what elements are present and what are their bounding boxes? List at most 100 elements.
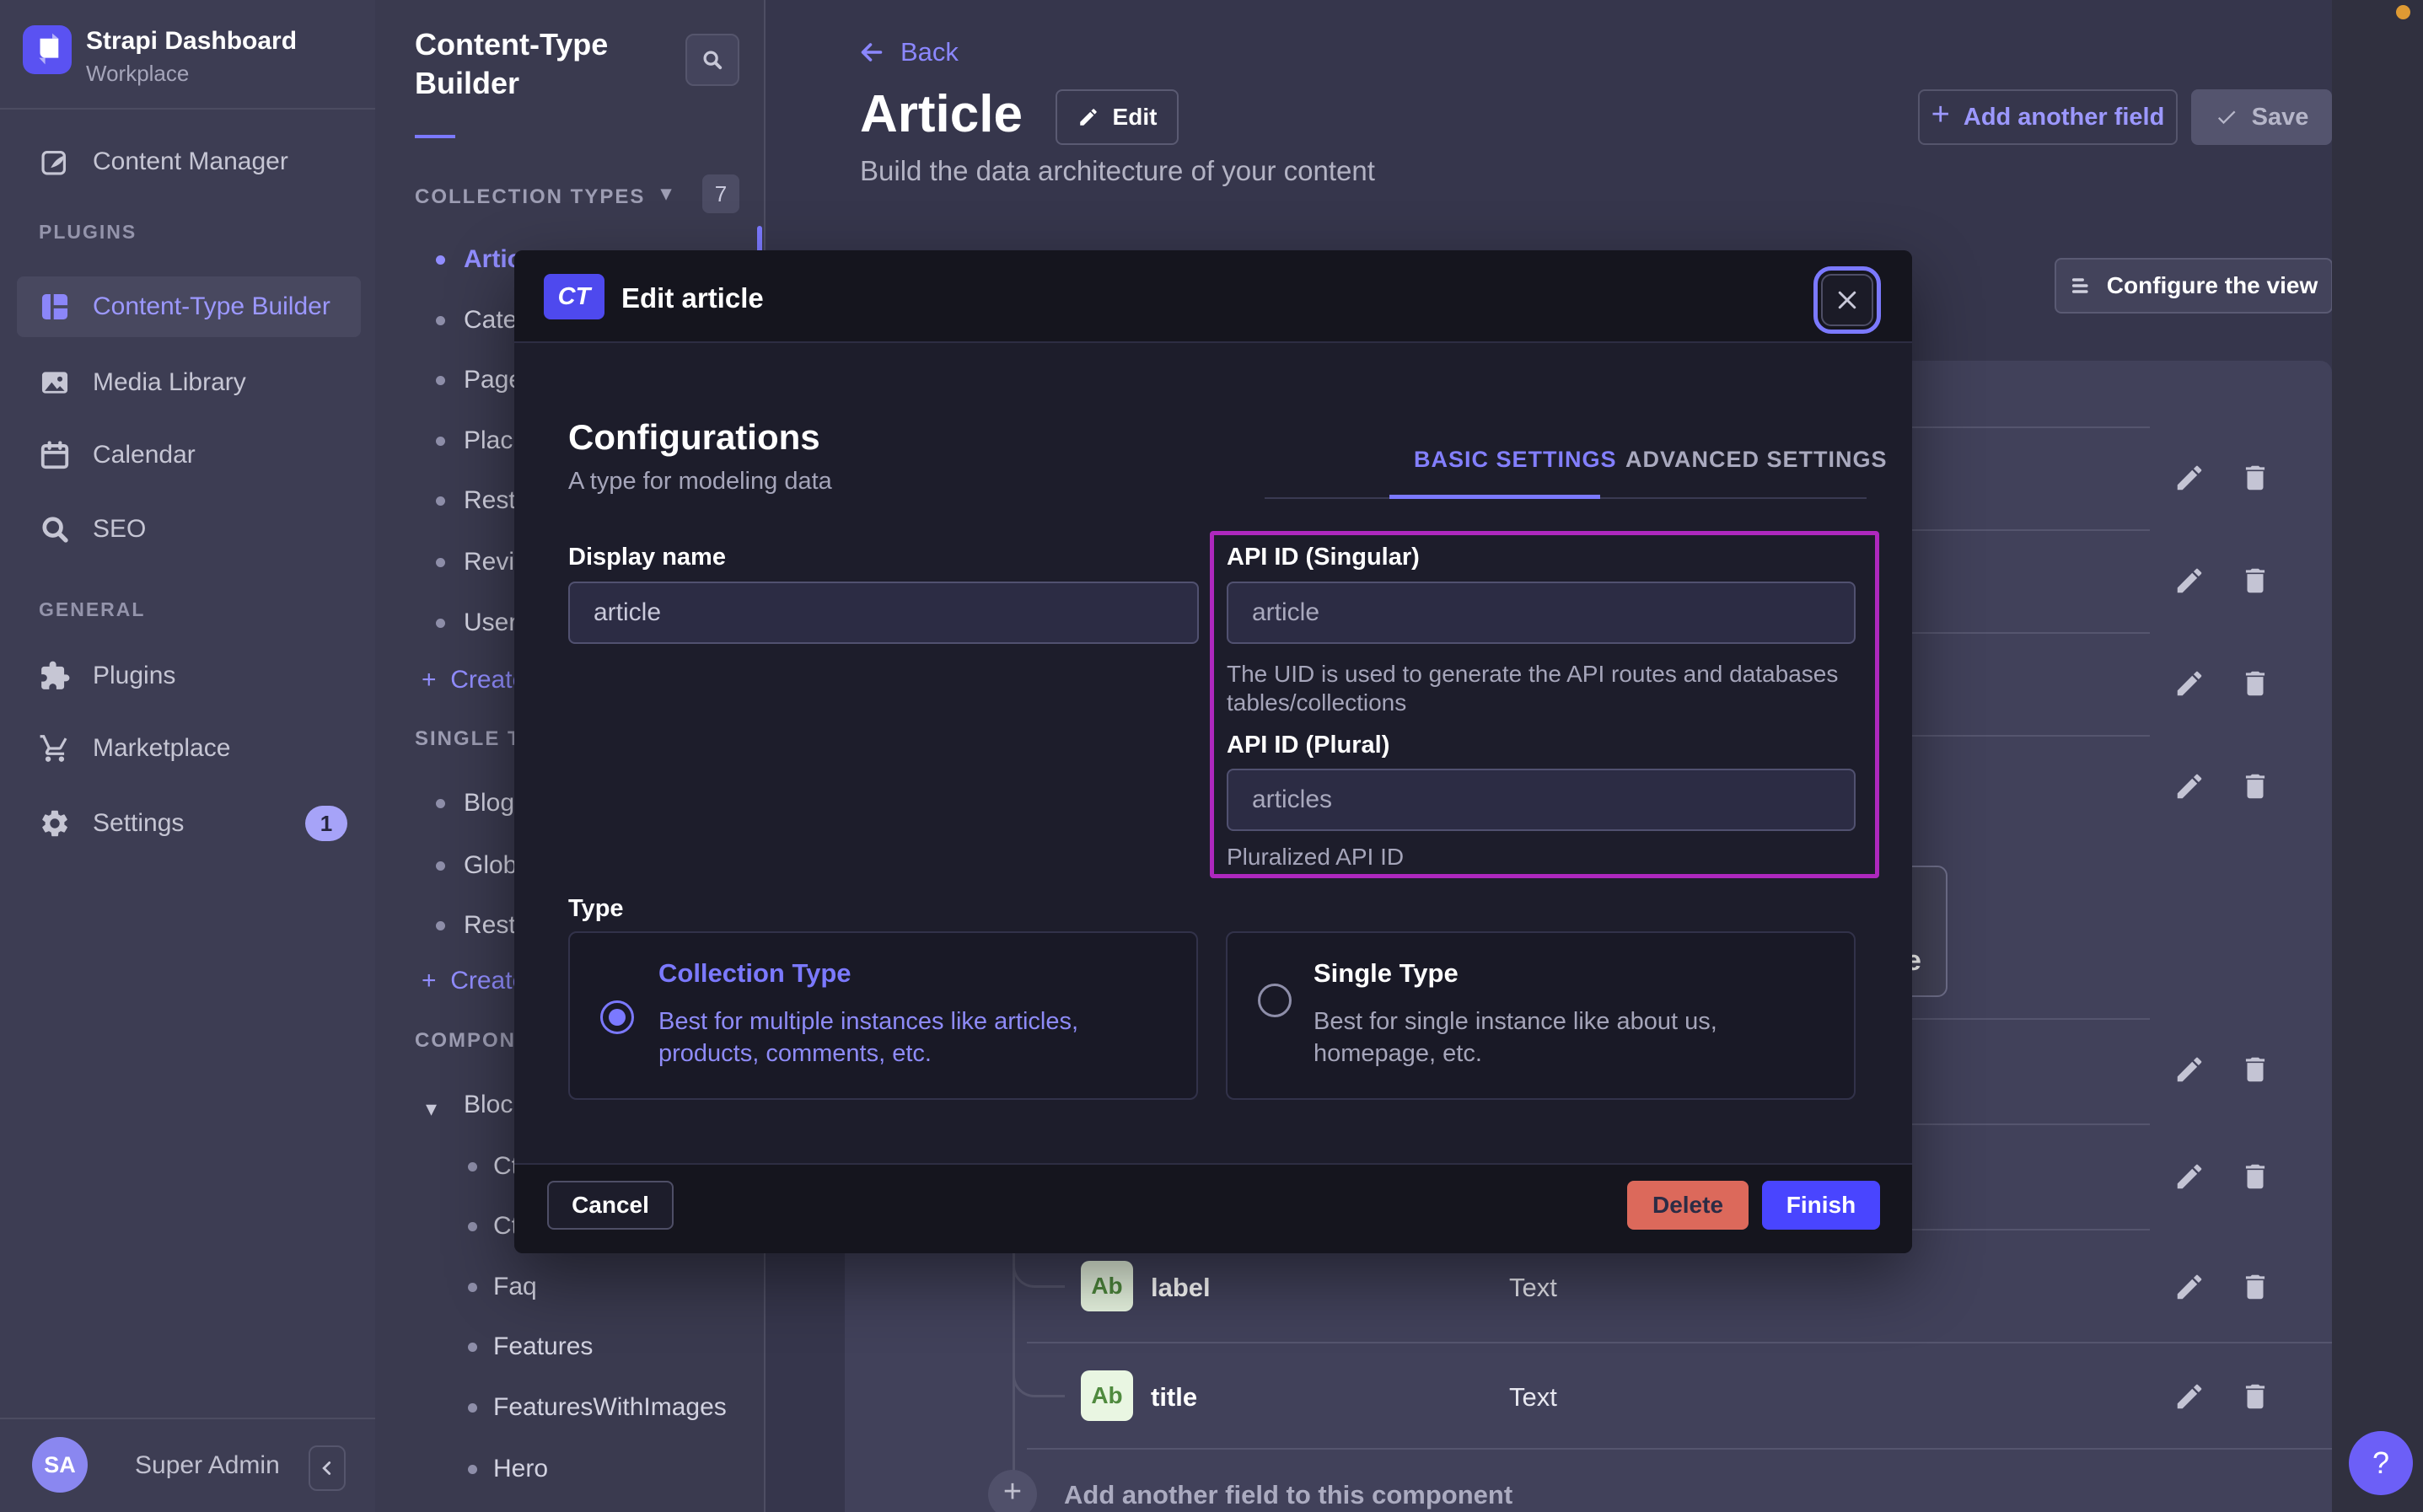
type-item[interactable]: Rest — [464, 482, 516, 519]
sidebar-divider — [0, 108, 375, 110]
create-collection-type[interactable]: + Create — [422, 662, 526, 699]
add-field-circle-button[interactable]: + — [988, 1470, 1037, 1512]
gear-icon — [39, 807, 71, 839]
type-item[interactable]: Glob — [464, 847, 517, 884]
row-divider — [1027, 1448, 2332, 1450]
sidebar-item-label: Content Manager — [93, 147, 288, 176]
collapse-sidebar-button[interactable] — [309, 1445, 346, 1491]
tree-branch — [1013, 1253, 1065, 1288]
brand-subtitle: Workplace — [86, 61, 189, 87]
pencil-icon[interactable] — [2173, 1054, 2205, 1086]
avatar[interactable]: SA — [32, 1437, 88, 1493]
trash-icon[interactable] — [2239, 668, 2271, 700]
sidebar-item-seo[interactable]: SEO — [17, 499, 361, 560]
display-name-input[interactable] — [568, 582, 1199, 644]
component-item[interactable]: Hero — [493, 1450, 548, 1488]
trash-icon[interactable] — [2239, 1161, 2271, 1193]
bullet-icon — [436, 619, 445, 628]
field-name: label — [1151, 1273, 1211, 1303]
bullet-icon — [468, 1343, 477, 1352]
page-title: Article — [860, 84, 1023, 144]
brand-title: Strapi Dashboard — [86, 27, 297, 56]
back-link[interactable]: Back — [857, 37, 959, 67]
bullet-icon — [436, 558, 445, 567]
radio-unselected-icon[interactable] — [1258, 984, 1292, 1017]
save-button[interactable]: Save — [2191, 89, 2332, 145]
component-item[interactable]: Faq — [493, 1268, 537, 1306]
api-id-plural-label: API ID (Plural) — [1227, 732, 1389, 759]
display-name-label: Display name — [568, 544, 726, 571]
tab-advanced-settings[interactable]: ADVANCED SETTINGS — [1625, 447, 1888, 473]
bullet-icon — [436, 921, 445, 930]
type-item-article[interactable]: Artic — [464, 241, 521, 278]
close-icon — [1835, 287, 1860, 313]
bullet-icon — [468, 1465, 477, 1474]
pencil-icon[interactable] — [2173, 770, 2205, 802]
sidebar-item-label: SEO — [93, 515, 146, 544]
trash-icon[interactable] — [2239, 1381, 2271, 1413]
pencil-icon[interactable] — [2173, 1271, 2205, 1303]
bullet-icon — [436, 799, 445, 808]
type-item[interactable]: Rest — [464, 907, 516, 944]
create-single-type[interactable]: + Create — [422, 962, 526, 1000]
trash-icon[interactable] — [2239, 565, 2271, 597]
chevron-down-icon[interactable]: ▾ — [426, 1096, 437, 1122]
close-button[interactable] — [1821, 274, 1873, 326]
single-type-desc: Best for single instance like about us, … — [1314, 1005, 1836, 1070]
collection-type-option[interactable]: Collection Type Best for multiple instan… — [568, 931, 1198, 1100]
collection-count-badge: 7 — [702, 174, 739, 213]
type-item[interactable]: Revi — [464, 544, 514, 581]
pencil-icon[interactable] — [2173, 668, 2205, 700]
sidebar-item-plugins[interactable]: Plugins — [17, 646, 361, 706]
api-id-plural-input[interactable] — [1227, 769, 1856, 831]
trash-icon[interactable] — [2239, 770, 2271, 802]
sidebar-item-content-type-builder[interactable]: Content-Type Builder — [17, 276, 361, 337]
configure-view-button[interactable]: Configure the view — [2055, 258, 2333, 314]
pencil-icon[interactable] — [2173, 462, 2205, 494]
modal-subheading: A type for modeling data — [568, 468, 832, 496]
type-label: Type — [568, 895, 624, 923]
pencil-icon[interactable] — [2173, 1381, 2205, 1413]
single-type-option[interactable]: Single Type Best for single instance lik… — [1226, 931, 1856, 1100]
sidebar-item-content-manager[interactable]: Content Manager — [17, 131, 361, 192]
component-category[interactable]: Bloc — [464, 1086, 513, 1123]
plus-icon: + — [1003, 1474, 1022, 1510]
bullet-icon — [436, 255, 445, 265]
component-item[interactable]: FeaturesWithImages — [493, 1389, 727, 1426]
sidebar-item-marketplace[interactable]: Marketplace — [17, 718, 361, 779]
sidebar-item-label: Settings — [93, 809, 184, 838]
pencil-icon[interactable] — [2173, 565, 2205, 597]
sidebar-item-media-library[interactable]: Media Library — [17, 352, 361, 413]
trash-icon[interactable] — [2239, 1271, 2271, 1303]
component-item[interactable]: Features — [493, 1328, 593, 1365]
cancel-button[interactable]: Cancel — [547, 1181, 674, 1230]
status-dot-icon — [2396, 5, 2410, 19]
collection-types-header[interactable]: COLLECTION TYPES ▾ — [415, 185, 673, 209]
delete-button[interactable]: Delete — [1627, 1181, 1749, 1230]
collection-type-title: Collection Type — [658, 958, 852, 989]
add-another-field-button[interactable]: + Add another field — [1918, 89, 2178, 145]
plus-icon: + — [1931, 97, 1950, 133]
add-component-field-link[interactable]: Add another field to this component — [1064, 1480, 1512, 1510]
radio-selected-icon[interactable] — [600, 1000, 634, 1034]
trash-icon[interactable] — [2239, 462, 2271, 494]
sidebar-item-calendar[interactable]: Calendar — [17, 425, 361, 485]
edit-button[interactable]: Edit — [1056, 89, 1179, 145]
puzzle-icon — [39, 660, 71, 692]
sidebar-footer-divider — [0, 1418, 375, 1419]
row-divider — [1027, 1342, 2332, 1343]
search-button[interactable] — [685, 34, 739, 86]
finish-button[interactable]: Finish — [1762, 1181, 1880, 1230]
api-id-singular-input[interactable] — [1227, 582, 1856, 644]
pencil-icon[interactable] — [2173, 1161, 2205, 1193]
type-item[interactable]: Blog — [464, 785, 514, 822]
type-item[interactable]: Plac — [464, 422, 513, 459]
type-item[interactable]: Cate — [464, 302, 517, 339]
trash-icon[interactable] — [2239, 1054, 2271, 1086]
api-id-singular-help: The UID is used to generate the API rout… — [1227, 660, 1851, 717]
help-button[interactable]: ? — [2349, 1431, 2413, 1495]
accent-divider — [415, 135, 455, 138]
type-item[interactable]: User — [464, 604, 517, 641]
tab-basic-settings[interactable]: BASIC SETTINGS — [1414, 447, 1617, 473]
pencil-icon — [1077, 106, 1099, 128]
